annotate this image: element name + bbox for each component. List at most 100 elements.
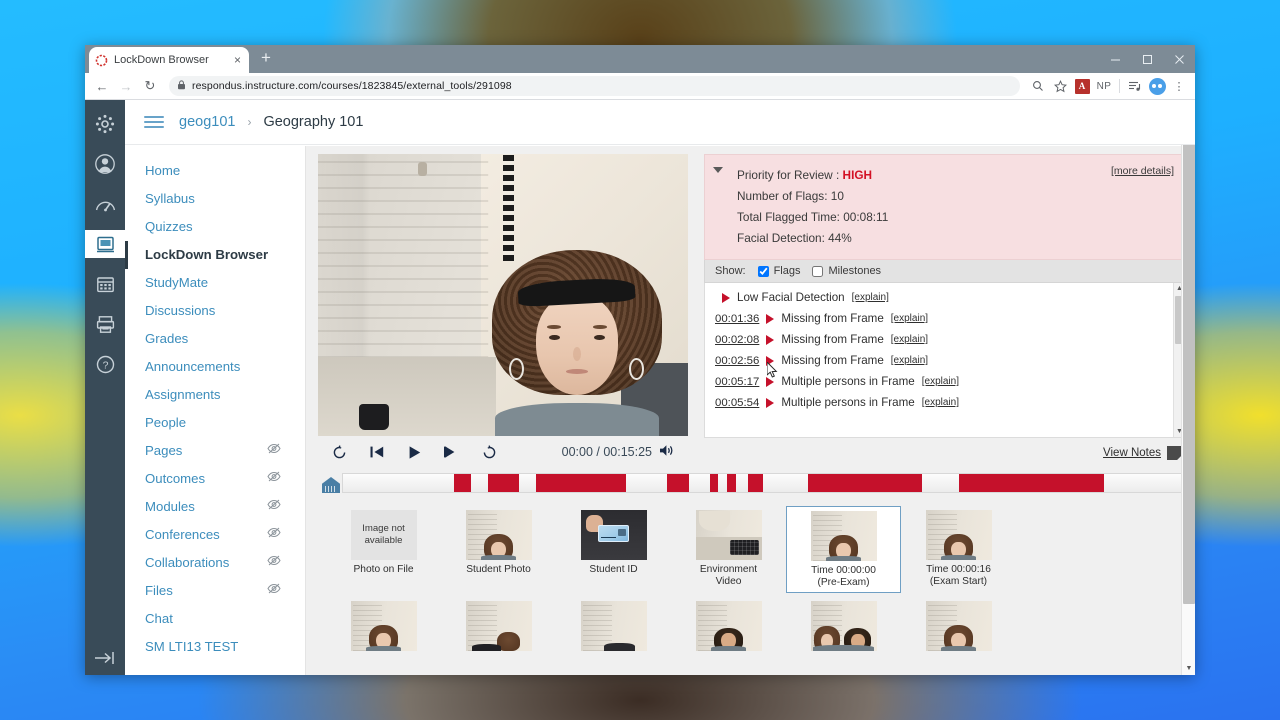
sidebar-item-grades[interactable]: Grades bbox=[125, 325, 305, 353]
page-scroll-down-arrow-icon[interactable]: ▼ bbox=[1182, 661, 1195, 675]
sidebar-item-collaborations[interactable]: Collaborations bbox=[125, 549, 305, 577]
thumbnail-cell[interactable] bbox=[671, 597, 786, 654]
thumbnail-cell[interactable]: Environment Video bbox=[671, 506, 786, 593]
page-scrollbar[interactable]: ▲ ▼ bbox=[1181, 100, 1195, 675]
notes-icon[interactable] bbox=[1167, 446, 1181, 460]
flag-timestamp[interactable]: 00:02:56 bbox=[715, 355, 759, 367]
sidebar-item-dashboard[interactable] bbox=[85, 190, 125, 218]
sidebar-item-canvas-logo[interactable] bbox=[85, 110, 125, 138]
thumbnail-cell[interactable] bbox=[786, 597, 901, 654]
milestones-checkbox-group[interactable]: Milestones bbox=[812, 265, 881, 277]
sidebar-item-modules[interactable]: Modules bbox=[125, 493, 305, 521]
sidebar-item-inbox[interactable] bbox=[85, 310, 125, 338]
sidebar-item-account[interactable] bbox=[85, 150, 125, 178]
sidebar-item-pages[interactable]: Pages bbox=[125, 437, 305, 465]
sidebar-item-discussions[interactable]: Discussions bbox=[125, 297, 305, 325]
reload-button-icon[interactable]: ↻ bbox=[139, 75, 161, 97]
page-scroll-thumb[interactable] bbox=[1183, 114, 1195, 604]
playhead-marker[interactable] bbox=[322, 473, 340, 493]
minimize-icon[interactable] bbox=[1099, 45, 1131, 73]
timeline-flag-segment[interactable] bbox=[666, 474, 689, 492]
flag-explain-link[interactable]: [explain] bbox=[922, 376, 959, 387]
skip-next-icon[interactable] bbox=[444, 445, 460, 459]
sidebar-item-home[interactable]: Home bbox=[125, 157, 305, 185]
thumbnail-cell[interactable]: Time 00:00:16 (Exam Start) bbox=[901, 506, 1016, 593]
flag-list[interactable]: Low Facial Detection [explain] 00:01:36 Mis… bbox=[704, 283, 1185, 438]
view-notes-link[interactable]: View Notes bbox=[1103, 447, 1161, 459]
flag-timestamp[interactable]: 00:02:08 bbox=[715, 334, 759, 346]
play-icon[interactable] bbox=[407, 445, 422, 460]
sidebar-item-calendar[interactable] bbox=[85, 270, 125, 298]
flag-row[interactable]: 00:05:54 Multiple persons in Frame [explai… bbox=[705, 392, 1184, 413]
thumbnail-cell[interactable]: Image not available Photo on File bbox=[326, 506, 441, 593]
profile-avatar[interactable] bbox=[1147, 76, 1167, 96]
pdf-extension-icon[interactable]: A bbox=[1072, 76, 1092, 96]
sidebar-item-outcomes[interactable]: Outcomes bbox=[125, 465, 305, 493]
timeline-flag-segment[interactable] bbox=[808, 474, 923, 492]
sidebar-item-syllabus[interactable]: Syllabus bbox=[125, 185, 305, 213]
sidebar-item-announcements[interactable]: Announcements bbox=[125, 353, 305, 381]
caret-down-icon[interactable] bbox=[713, 167, 723, 173]
flag-explain-link[interactable]: [explain] bbox=[852, 292, 889, 303]
flag-row[interactable]: Low Facial Detection [explain] bbox=[705, 287, 1184, 308]
close-icon[interactable] bbox=[1163, 45, 1195, 73]
flag-timestamp[interactable]: 00:01:36 bbox=[715, 313, 759, 325]
timeline-flag-segment[interactable] bbox=[727, 474, 736, 492]
flags-checkbox[interactable] bbox=[757, 265, 769, 277]
thumbnail-cell[interactable]: Student Photo bbox=[441, 506, 556, 593]
sidebar-item-assignments[interactable]: Assignments bbox=[125, 381, 305, 409]
flags-checkbox-group[interactable]: Flags bbox=[757, 265, 800, 277]
sidebar-item-files[interactable]: Files bbox=[125, 577, 305, 605]
thumbnail-cell[interactable] bbox=[441, 597, 556, 654]
flag-row[interactable]: 00:02:08 Missing from Frame [explain] bbox=[705, 329, 1184, 350]
thumbnail-cell[interactable] bbox=[901, 597, 1016, 654]
sidebar-item-courses[interactable] bbox=[85, 230, 125, 258]
timeline-track[interactable] bbox=[342, 473, 1185, 493]
thumbnail-cell[interactable] bbox=[326, 597, 441, 654]
flag-explain-link[interactable]: [explain] bbox=[891, 355, 928, 366]
np-extension-icon[interactable]: NP bbox=[1094, 76, 1114, 96]
flag-explain-link[interactable]: [explain] bbox=[891, 334, 928, 345]
proctor-video[interactable] bbox=[318, 154, 688, 436]
search-icon[interactable] bbox=[1028, 76, 1048, 96]
tab-close-icon[interactable]: × bbox=[232, 54, 243, 66]
browser-tab[interactable]: LockDown Browser × bbox=[89, 47, 249, 73]
milestones-checkbox[interactable] bbox=[812, 265, 824, 277]
browser-menu-icon[interactable]: ⋮ bbox=[1169, 76, 1189, 96]
sidebar-item-conferences[interactable]: Conferences bbox=[125, 521, 305, 549]
thumbnail-cell[interactable]: Time 00:00:00 (Pre-Exam) bbox=[786, 506, 901, 593]
flag-row[interactable]: 00:02:56 Missing from Frame [explain] bbox=[705, 350, 1184, 371]
flag-row[interactable]: 00:01:36 Missing from Frame [explain] bbox=[705, 308, 1184, 329]
timeline-flag-segment[interactable] bbox=[536, 474, 626, 492]
new-tab-button[interactable]: + bbox=[253, 45, 279, 71]
volume-icon[interactable] bbox=[659, 444, 674, 460]
flag-timestamp[interactable]: 00:05:54 bbox=[715, 397, 759, 409]
timeline-flag-segment[interactable] bbox=[709, 474, 719, 492]
back-button-icon[interactable]: ← bbox=[91, 75, 113, 97]
timeline-flag-segment[interactable] bbox=[958, 474, 1105, 492]
maximize-icon[interactable] bbox=[1131, 45, 1163, 73]
star-icon[interactable] bbox=[1050, 76, 1070, 96]
flag-timestamp[interactable]: 00:05:17 bbox=[715, 376, 759, 388]
sidebar-item-people[interactable]: People bbox=[125, 409, 305, 437]
flag-row[interactable]: 00:05:17 Multiple persons in Frame [explai… bbox=[705, 371, 1184, 392]
address-bar[interactable]: respondus.instructure.com/courses/182384… bbox=[169, 76, 1020, 96]
timeline-flag-segment[interactable] bbox=[748, 474, 764, 492]
replay-icon[interactable] bbox=[332, 444, 347, 460]
sidebar-item-lockdown-browser[interactable]: LockDown Browser bbox=[125, 241, 305, 269]
sidebar-item-studymate[interactable]: StudyMate bbox=[125, 269, 305, 297]
flag-explain-link[interactable]: [explain] bbox=[922, 397, 959, 408]
breadcrumb-course-code[interactable]: geog101 bbox=[179, 114, 235, 130]
more-details-link[interactable]: [more details] bbox=[1111, 165, 1174, 177]
hamburger-menu-icon[interactable] bbox=[141, 113, 167, 131]
skip-previous-icon[interactable] bbox=[369, 445, 385, 459]
rail-collapse-button[interactable] bbox=[85, 641, 125, 675]
list-extension-icon[interactable] bbox=[1125, 76, 1145, 96]
flag-explain-link[interactable]: [explain] bbox=[891, 313, 928, 324]
timeline-flag-segment[interactable] bbox=[454, 474, 471, 492]
sidebar-item-quizzes[interactable]: Quizzes bbox=[125, 213, 305, 241]
thumbnail-cell[interactable]: Student ID bbox=[556, 506, 671, 593]
forward-button-icon[interactable]: → bbox=[115, 75, 137, 97]
timeline-flag-segment[interactable] bbox=[488, 474, 519, 492]
thumbnail-cell[interactable] bbox=[556, 597, 671, 654]
